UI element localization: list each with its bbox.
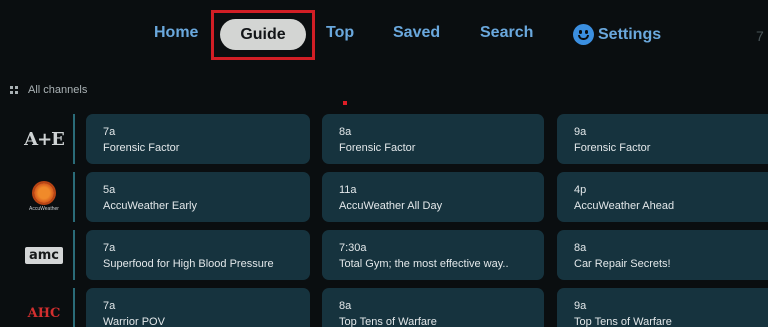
program-time: 5a bbox=[103, 184, 116, 196]
program-card[interactable]: 7a Superfood for High Blood Pressure bbox=[86, 230, 310, 280]
program-title: Warrior POV bbox=[103, 316, 165, 327]
ae-logo: A+E bbox=[24, 128, 65, 150]
channel-logo-accuweather[interactable]: AccuWeather bbox=[14, 172, 74, 222]
channel-logo-ae[interactable]: A+E bbox=[14, 114, 74, 164]
focus-indicator-dot bbox=[343, 101, 347, 105]
accuweather-logo-text: AccuWeather bbox=[29, 205, 59, 212]
top-navigation: Home Guide Top Saved Search Settings 7 bbox=[0, 0, 768, 66]
nav-settings[interactable]: Settings bbox=[573, 24, 661, 45]
channel-logo-ahc[interactable]: AHC bbox=[14, 288, 74, 327]
channel-row: AccuWeather 5a AccuWeather Early 11a Acc… bbox=[0, 172, 768, 222]
program-card[interactable]: 8a Forensic Factor bbox=[322, 114, 544, 164]
program-title: Forensic Factor bbox=[574, 142, 651, 154]
program-card[interactable]: 8a Car Repair Secrets! bbox=[557, 230, 768, 280]
program-card[interactable]: 8a Top Tens of Warfare bbox=[322, 288, 544, 327]
program-title: Total Gym; the most effective way.. bbox=[339, 258, 509, 270]
program-time: 7:30a bbox=[339, 242, 367, 254]
program-time: 7a bbox=[103, 126, 116, 138]
program-time: 4p bbox=[574, 184, 587, 196]
program-time: 7a bbox=[103, 242, 116, 254]
nav-extra-text: 7 bbox=[756, 28, 764, 44]
row-divider bbox=[73, 114, 75, 164]
program-card[interactable]: 7a Warrior POV bbox=[86, 288, 310, 327]
channel-row: amc 7a Superfood for High Blood Pressure… bbox=[0, 230, 768, 280]
program-time: 7a bbox=[103, 300, 116, 312]
grid-icon bbox=[10, 86, 18, 94]
program-time: 8a bbox=[339, 126, 352, 138]
program-title: Car Repair Secrets! bbox=[574, 258, 671, 270]
channel-row: A+E 7a Forensic Factor 8a Forensic Facto… bbox=[0, 114, 768, 164]
channel-logo-amc[interactable]: amc bbox=[14, 230, 74, 280]
program-title: Forensic Factor bbox=[339, 142, 416, 154]
channel-row: AHC 7a Warrior POV 8a Top Tens of Warfar… bbox=[0, 288, 768, 327]
program-title: AccuWeather All Day bbox=[339, 200, 443, 212]
program-time: 8a bbox=[339, 300, 352, 312]
nav-saved[interactable]: Saved bbox=[393, 24, 440, 42]
all-channels-filter[interactable]: All channels bbox=[10, 84, 87, 96]
accuweather-sun-icon bbox=[34, 182, 54, 203]
program-card[interactable]: 11a AccuWeather All Day bbox=[322, 172, 544, 222]
row-divider bbox=[73, 288, 75, 327]
program-time: 8a bbox=[574, 242, 587, 254]
program-card[interactable]: 5a AccuWeather Early bbox=[86, 172, 310, 222]
program-title: Forensic Factor bbox=[103, 142, 180, 154]
program-time: 9a bbox=[574, 300, 587, 312]
program-time: 11a bbox=[339, 184, 357, 196]
program-card[interactable]: 7a Forensic Factor bbox=[86, 114, 310, 164]
program-title: AccuWeather Ahead bbox=[574, 200, 675, 212]
nav-home[interactable]: Home bbox=[154, 24, 198, 42]
program-time: 9a bbox=[574, 126, 587, 138]
program-title: Top Tens of Warfare bbox=[339, 316, 437, 327]
nav-top[interactable]: Top bbox=[326, 24, 354, 42]
row-divider bbox=[73, 230, 75, 280]
amc-logo: amc bbox=[24, 246, 64, 264]
program-title: Top Tens of Warfare bbox=[574, 316, 672, 327]
nav-search[interactable]: Search bbox=[480, 24, 533, 42]
guide-highlight-box bbox=[211, 10, 315, 60]
program-title: AccuWeather Early bbox=[103, 200, 197, 212]
program-card[interactable]: 7:30a Total Gym; the most effective way.… bbox=[322, 230, 544, 280]
program-title: Superfood for High Blood Pressure bbox=[103, 258, 274, 270]
profile-smiley-icon bbox=[573, 24, 594, 45]
program-card[interactable]: 4p AccuWeather Ahead bbox=[557, 172, 768, 222]
row-divider bbox=[73, 172, 75, 222]
all-channels-label: All channels bbox=[28, 84, 88, 96]
program-card[interactable]: 9a Top Tens of Warfare bbox=[557, 288, 768, 327]
ahc-logo: AHC bbox=[27, 305, 61, 321]
nav-settings-label: Settings bbox=[598, 25, 662, 43]
program-card[interactable]: 9a Forensic Factor bbox=[557, 114, 768, 164]
